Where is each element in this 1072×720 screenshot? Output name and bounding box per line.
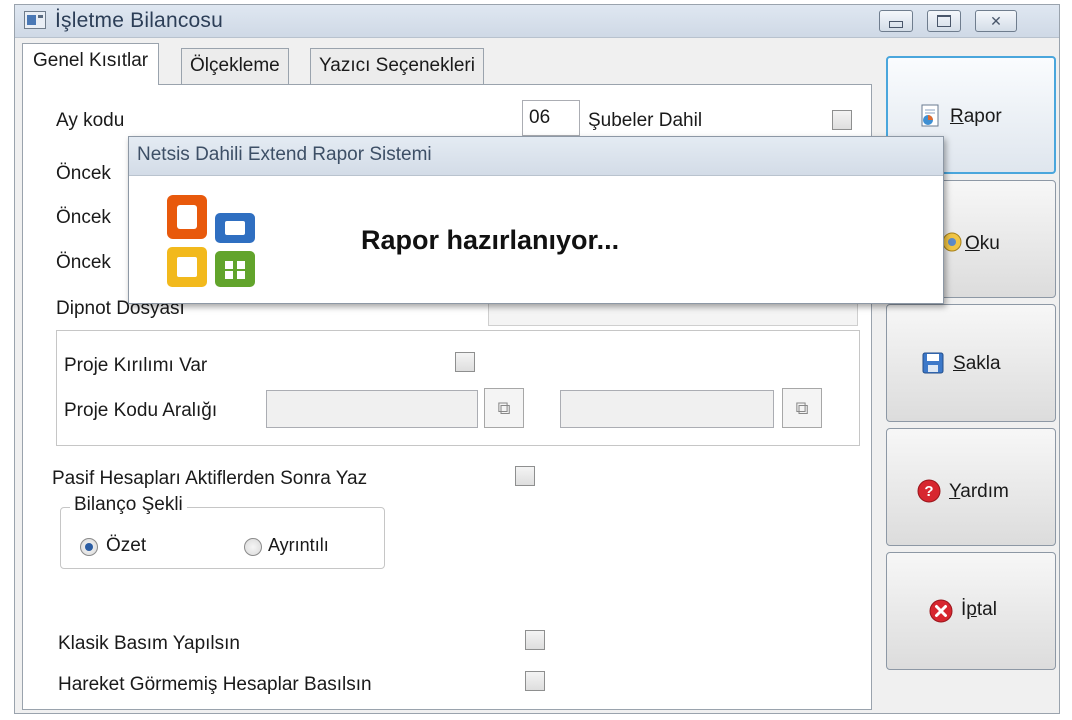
proje-kirilimi-checkbox[interactable]	[455, 352, 475, 372]
close-icon: ✕	[990, 13, 1002, 29]
ozet-radio[interactable]	[80, 538, 98, 556]
progress-message: Rapor hazırlanıyor...	[361, 225, 620, 255]
tab-genel-kisitlar[interactable]: Genel Kısıtlar	[22, 43, 160, 85]
popup-title: Netsis Dahili Extend Rapor Sistemi	[137, 144, 432, 165]
office-logo-icon	[167, 195, 255, 287]
tab-yazici-secenekleri[interactable]: Yazıcı Seçenekleri	[310, 48, 484, 84]
klasik-basim-checkbox[interactable]	[525, 630, 545, 650]
cancel-icon	[929, 599, 953, 623]
minimize-button[interactable]	[879, 10, 913, 32]
proje-group	[56, 330, 860, 446]
svg-text:?: ?	[924, 483, 933, 500]
report-icon	[921, 104, 939, 127]
help-icon: ?	[917, 479, 941, 503]
minimize-icon	[889, 20, 903, 28]
proje-kodu-from-input[interactable]	[266, 390, 478, 428]
oku-button-label: Oku	[965, 233, 1000, 254]
close-button[interactable]: ✕	[975, 10, 1017, 32]
bilanco-sekli-legend: Bilanço Şekli	[70, 494, 187, 516]
iptal-button[interactable]: İptal	[886, 552, 1056, 670]
proje-kodu-to-input[interactable]	[560, 390, 774, 428]
title-bar[interactable]: İşletme Bilancosu ✕	[15, 5, 1059, 38]
pasif-hesaplar-label: Pasif Hesapları Aktiflerden Sonra Yaz	[52, 468, 368, 489]
window-title: İşletme Bilancosu	[55, 9, 223, 32]
proje-kirilimi-label: Proje Kırılımı Var	[64, 355, 208, 376]
pasif-hesaplar-checkbox[interactable]	[515, 466, 535, 486]
sakla-button[interactable]: Sakla	[886, 304, 1056, 422]
progress-popup: Netsis Dahili Extend Rapor Sistemi Rapor…	[128, 136, 944, 304]
sakla-button-label: Sakla	[953, 353, 1001, 374]
oncek-label-3: Öncek	[56, 252, 111, 273]
ay-kodu-label: Ay kodu	[56, 110, 125, 131]
rapor-button-label: Rapor	[950, 106, 1002, 127]
subeler-dahil-checkbox[interactable]	[832, 110, 852, 130]
save-icon	[922, 352, 944, 374]
ayrintili-label: Ayrıntılı	[268, 535, 329, 555]
maximize-button[interactable]	[927, 10, 961, 32]
ayrintili-radio[interactable]	[244, 538, 262, 556]
proje-kodu-to-picker-icon[interactable]: ⧉	[782, 388, 822, 428]
hareket-gormemis-checkbox[interactable]	[525, 671, 545, 691]
proje-kodu-from-picker-icon[interactable]: ⧉	[484, 388, 524, 428]
tab-olcekleme[interactable]: Ölçekleme	[181, 48, 289, 84]
yardim-button[interactable]: ? Yardım	[886, 428, 1056, 546]
klasik-basim-label: Klasik Basım Yapılsın	[58, 633, 240, 654]
oncek-label-2: Öncek	[56, 207, 111, 228]
ay-kodu-input[interactable]: 06	[522, 100, 580, 136]
proje-kodu-araligi-label: Proje Kodu Aralığı	[64, 400, 218, 421]
popup-title-bar: Netsis Dahili Extend Rapor Sistemi	[129, 137, 943, 176]
subeler-dahil-label: Şubeler Dahil	[588, 110, 703, 131]
app-icon[interactable]	[24, 11, 46, 29]
yardim-button-label: Yardım	[949, 481, 1009, 502]
hareket-gormemis-label: Hareket Görmemiş Hesaplar Basılsın	[58, 674, 372, 695]
iptal-button-label: İptal	[961, 599, 997, 620]
ozet-label: Özet	[106, 535, 147, 556]
oncek-label-1: Öncek	[56, 163, 111, 184]
maximize-icon	[937, 15, 951, 27]
read-icon	[942, 232, 962, 252]
